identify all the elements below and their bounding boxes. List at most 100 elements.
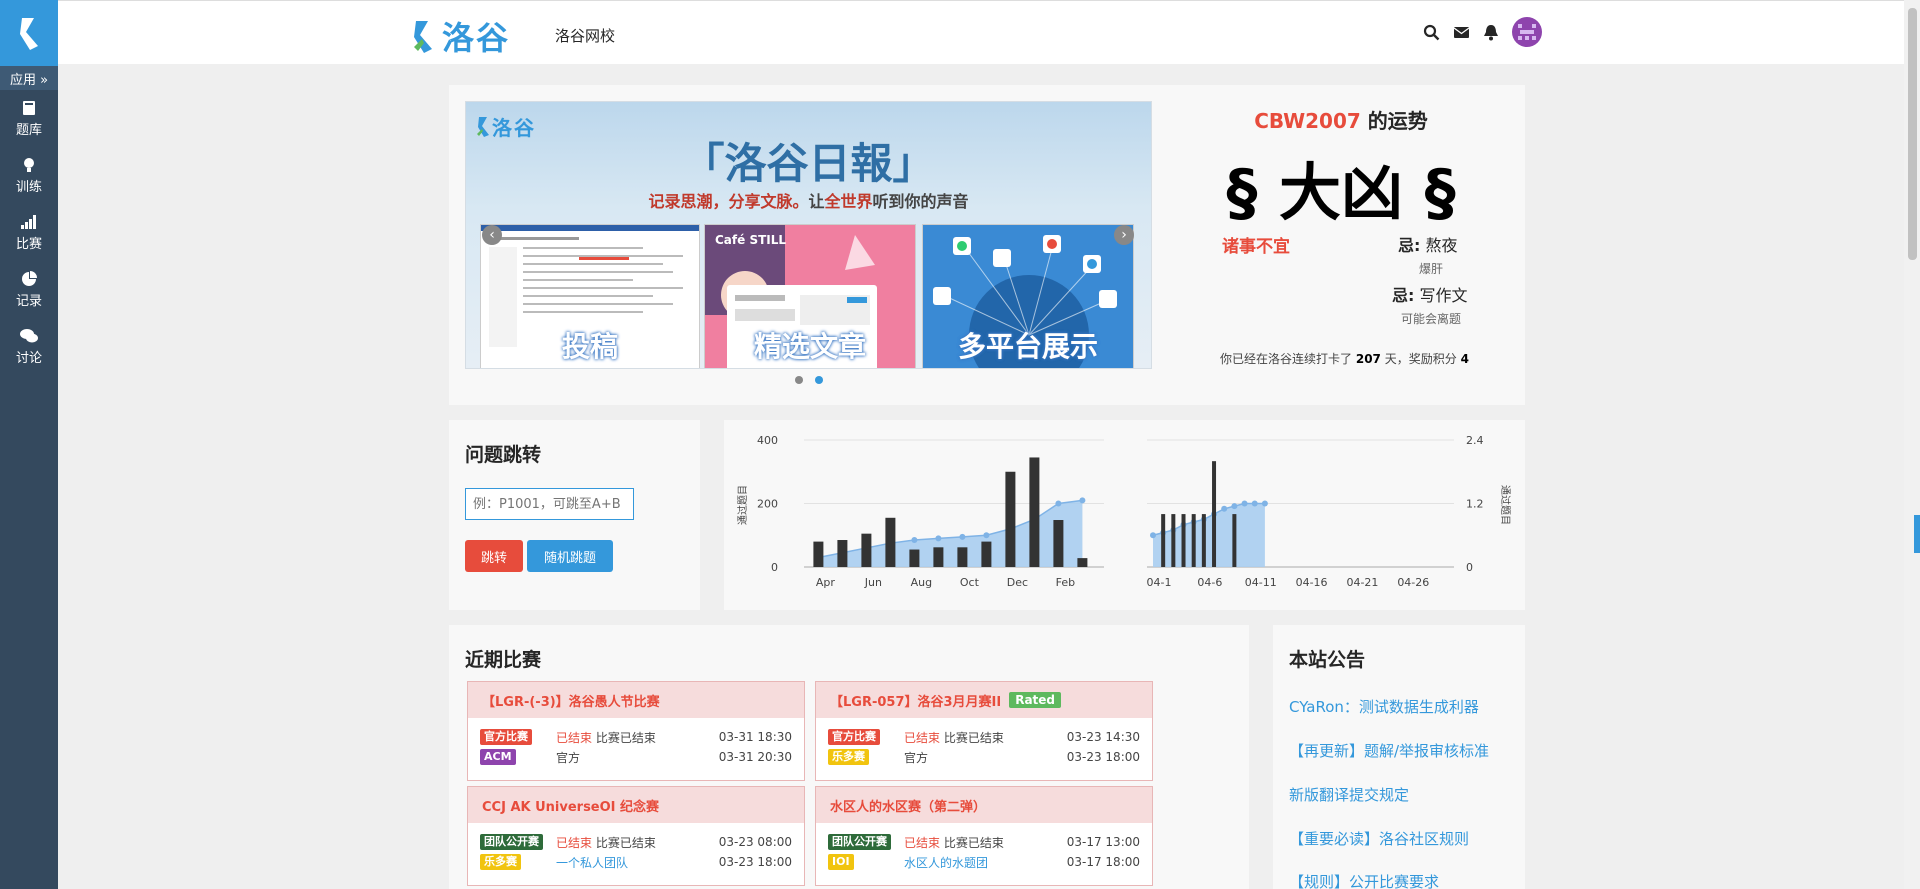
y-tick-label: 0 xyxy=(771,561,778,574)
contest-host[interactable]: 一个私人团队 xyxy=(556,854,628,871)
area-point xyxy=(1251,500,1258,507)
panel-mini-title: Café STILL xyxy=(715,233,787,247)
contest-card: CCJ AK UniverseOI 纪念赛 团队公开赛 已结束 比赛已结束 03-23… xyxy=(467,786,805,886)
side-feedback-tab[interactable] xyxy=(1914,515,1920,553)
app-toggle[interactable]: 应用 » xyxy=(0,66,58,90)
contest-rule-tag: 乐多赛 xyxy=(480,854,521,870)
announcement-item[interactable]: 新版翻译提交规定 xyxy=(1289,784,1409,805)
panel-caption: 投稿 xyxy=(561,330,618,363)
jump-button[interactable]: 跳转 xyxy=(465,540,523,572)
sidebar-item-contests[interactable]: 比赛 xyxy=(0,204,58,261)
contest-host: 官方 xyxy=(904,750,929,765)
sidebar-item-discuss[interactable]: 讨论 xyxy=(0,318,58,375)
x-tick-label: 04-21 xyxy=(1346,576,1378,589)
fortune-username[interactable]: CBW2007 xyxy=(1254,109,1361,133)
contest-status: 已结束 比赛已结束 xyxy=(904,835,1004,850)
stats-chart-card: 400 200 0 通过题目 Apr Jun Aug Oct Dec Feb 2.4 1.2 0 通过题目… xyxy=(724,420,1525,610)
y-tick-label: 200 xyxy=(757,498,778,511)
bar xyxy=(1053,520,1064,567)
x-tick-label: 04-1 xyxy=(1147,576,1172,589)
bell-icon[interactable] xyxy=(1483,24,1499,41)
contest-row-1: 团队公开赛 已结束 比赛已结束 03-17 13:00 xyxy=(828,833,1146,851)
sidebar-item-records[interactable]: 记录 xyxy=(0,261,58,318)
scroll-thumb[interactable] xyxy=(1908,8,1917,260)
announcement-item[interactable]: 【重要必读】洛谷社区规则 xyxy=(1289,828,1469,849)
contest-end-time: 03-31 20:30 xyxy=(718,750,792,764)
brand-logo[interactable]: 洛谷 xyxy=(410,13,510,59)
contest-status: 已结束 比赛已结束 xyxy=(556,730,656,745)
x-tick-label: 04-11 xyxy=(1245,576,1277,589)
area-point xyxy=(1241,500,1248,507)
area-point xyxy=(1231,503,1238,510)
banner-next-button[interactable]: › xyxy=(1114,225,1134,245)
rated-badge: Rated xyxy=(1009,692,1062,708)
stats-charts: 400 200 0 通过题目 Apr Jun Aug Oct Dec Feb 2.4 1.2 0 通过题目… xyxy=(736,434,1512,589)
pie-chart-icon xyxy=(22,270,37,286)
bar xyxy=(933,547,944,567)
sidebar-item-label: 训练 xyxy=(15,179,42,195)
sidebar-item-label: 比赛 xyxy=(15,236,42,252)
contest-rule-tag: 乐多赛 xyxy=(828,749,869,765)
avatar[interactable] xyxy=(1512,17,1542,47)
bar xyxy=(1161,514,1166,567)
envelope-icon[interactable] xyxy=(1453,25,1470,39)
sidebar-item-label: 讨论 xyxy=(15,350,42,366)
brand-name: 洛谷 xyxy=(442,19,511,57)
daily-banner[interactable]: 洛谷 「洛谷日報」 记录思潮，分享文脉。让全世界听到你的声音 投稿 Café S… xyxy=(465,101,1152,369)
contest-name[interactable]: 【LGR-057】洛谷3月月赛II Rated xyxy=(816,682,1152,718)
banner-panel-platforms: 多平台展示 xyxy=(922,224,1134,368)
school-link[interactable]: 洛谷网校 xyxy=(555,25,615,46)
sidebar-item-label: 记录 xyxy=(15,293,42,309)
carousel-dot-2[interactable] xyxy=(815,376,823,384)
problem-jump-title: 问题跳转 xyxy=(465,444,542,466)
contest-row-1: 官方比赛 已结束 比赛已结束 03-23 14:30 xyxy=(828,728,1146,746)
random-problem-button[interactable]: 随机跳题 xyxy=(527,540,613,572)
page-scrollbar[interactable] xyxy=(1904,0,1920,889)
problem-jump-input[interactable] xyxy=(465,488,634,520)
top-icons xyxy=(1423,17,1542,47)
y-tick-label: 400 xyxy=(757,434,778,447)
x-tick-label: Aug xyxy=(911,576,932,589)
contest-type-tag: 团队公开赛 xyxy=(480,834,543,850)
contest-rule-tag: IOI xyxy=(828,854,854,870)
contest-host[interactable]: 水区人的水题团 xyxy=(904,854,988,871)
contest-rule-tag: ACM xyxy=(480,749,516,765)
x-tick-label: Feb xyxy=(1056,576,1075,589)
contest-type-tag: 官方比赛 xyxy=(480,729,532,745)
contest-start-time: 03-23 08:00 xyxy=(718,835,792,849)
contest-name[interactable]: CCJ AK UniverseOI 纪念赛 xyxy=(468,787,804,823)
fortune-bad-2-note: 可能会离题 xyxy=(1401,312,1462,326)
area-point xyxy=(1079,497,1086,504)
banner-subtitle: 记录思潮，分享文脉。让全世界听到你的声音 xyxy=(648,192,969,211)
contest-row-1: 官方比赛 已结束 比赛已结束 03-31 18:30 xyxy=(480,728,798,746)
contest-end-time: 03-17 18:00 xyxy=(1066,855,1140,869)
announcement-item[interactable]: CYaRon：测试数据生成利器 xyxy=(1289,696,1479,717)
contest-name[interactable]: 【LGR-(-3)】洛谷愚人节比赛 xyxy=(468,682,804,718)
search-icon[interactable] xyxy=(1423,24,1440,41)
bar xyxy=(1171,514,1176,567)
luogu-logo[interactable] xyxy=(0,0,58,66)
announcement-item[interactable]: 【再更新】题解/举报审核标准 xyxy=(1289,740,1489,761)
contest-name[interactable]: 水区人的水区赛（第二弹） xyxy=(816,787,1152,823)
app-toggle-label: 应用 » xyxy=(9,72,49,88)
sidebar-item-training[interactable]: 训练 xyxy=(0,147,58,204)
bar xyxy=(1029,457,1040,567)
banner-title: 「洛谷日報」 xyxy=(682,139,935,188)
area-point xyxy=(911,537,918,544)
contest-end-time: 03-23 18:00 xyxy=(718,855,792,869)
bar xyxy=(861,533,872,567)
banner-prev-button[interactable]: ‹ xyxy=(482,225,502,245)
contest-host: 官方 xyxy=(556,750,581,765)
sidebar-item-problems[interactable]: 题库 xyxy=(0,90,58,147)
carousel-dot-1[interactable] xyxy=(795,376,803,384)
area-point xyxy=(1055,500,1062,507)
y-axis-label: 通过题目 xyxy=(736,485,749,525)
sidebar: 应用 » 题库 训练 比赛 记录 讨论 xyxy=(0,0,58,889)
book-icon xyxy=(23,100,35,115)
bar xyxy=(1005,471,1016,567)
contest-row-2: 乐多赛 一个私人团队 03-23 18:00 xyxy=(480,853,798,871)
bar xyxy=(981,541,992,567)
contest-start-time: 03-31 18:30 xyxy=(718,730,792,744)
luogu-logo-icon xyxy=(20,18,38,50)
announcement-item[interactable]: 【规则】公开比赛要求 xyxy=(1289,871,1439,889)
